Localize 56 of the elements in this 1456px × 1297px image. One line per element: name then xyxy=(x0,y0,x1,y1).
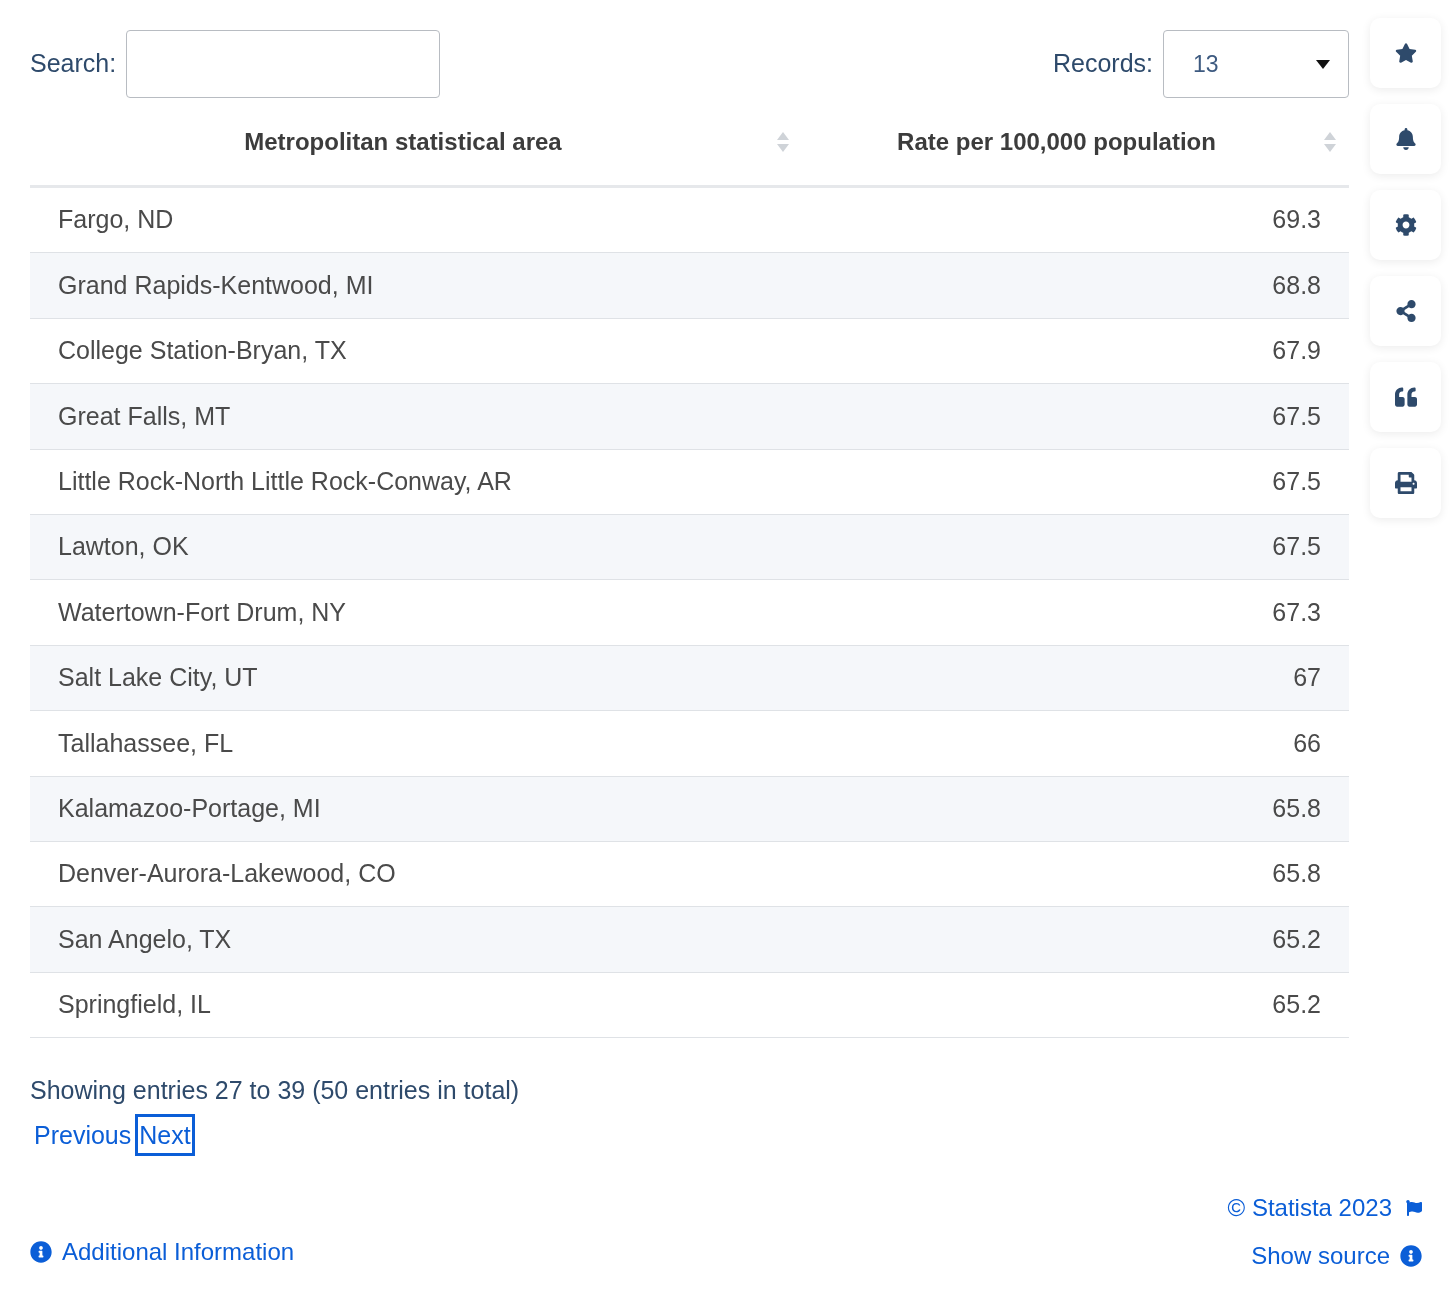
table-cell-text: Fargo, ND xyxy=(58,204,174,236)
pagination-link[interactable]: Next xyxy=(135,1113,195,1156)
printer-button[interactable] xyxy=(1370,448,1441,518)
column-header[interactable]: Metropolitan statistical area xyxy=(30,123,776,160)
column-header[interactable]: Rate per 100,000 population xyxy=(790,123,1323,160)
table-cell-text: 65.8 xyxy=(1272,792,1321,824)
settings-icon xyxy=(1394,214,1417,236)
star-icon xyxy=(1394,42,1417,64)
table-cell-text: 69.3 xyxy=(1272,204,1321,236)
printer-icon xyxy=(1394,472,1417,494)
table-cell-text: 67.5 xyxy=(1272,466,1321,497)
info-icon xyxy=(1400,1245,1422,1267)
table-cell-text: Lawton, OK xyxy=(58,531,189,563)
share-button[interactable] xyxy=(1370,276,1441,346)
table-cell-text: Great Falls, MT xyxy=(58,400,231,432)
additional-information-link[interactable]: Additional Information xyxy=(62,1234,295,1270)
table-cell-text: 67.5 xyxy=(1272,531,1321,563)
table-cell-text: San Angelo, TX xyxy=(58,923,232,955)
table-cell-text: Watertown-Fort Drum, NY xyxy=(58,596,346,628)
copyright-link[interactable]: © Statista 2023 xyxy=(1227,1190,1392,1226)
table-cell-text: 67.3 xyxy=(1272,596,1321,628)
bell-button[interactable] xyxy=(1370,104,1441,174)
entries-info: Showing entries 27 to 39 (50 entries in total) xyxy=(30,1075,521,1107)
sort-icon xyxy=(1323,130,1337,153)
table-cell-text: College Station-Bryan, TX xyxy=(58,335,347,367)
table-cell-text: 67 xyxy=(1293,662,1321,694)
table-cell-text: Tallahassee, FL xyxy=(58,727,234,759)
table-cell-text: Little Rock-North Little Rock-Conway, AR xyxy=(58,466,512,497)
bell-icon xyxy=(1394,128,1417,150)
quote-button[interactable] xyxy=(1370,362,1441,432)
table-cell-text: 66 xyxy=(1293,727,1321,759)
table-cell-text: Denver-Aurora-Lakewood, CO xyxy=(58,858,396,890)
table-cell-text: 68.8 xyxy=(1272,269,1321,301)
table-cell-text: 65.8 xyxy=(1272,858,1321,890)
search-field[interactable] xyxy=(126,30,441,98)
records-dropdown[interactable]: 13 xyxy=(1163,30,1349,98)
table-cell-text: 67.9 xyxy=(1272,335,1321,367)
flag-icon xyxy=(1406,1200,1422,1216)
settings-button[interactable] xyxy=(1370,190,1441,260)
table-cell-text: 67.5 xyxy=(1272,400,1321,432)
table-cell-text: Grand Rapids-Kentwood, MI xyxy=(58,269,374,301)
pagination-link[interactable]: Previous xyxy=(30,1113,136,1156)
sort-icon xyxy=(776,130,790,153)
search-label: Search: xyxy=(30,48,117,80)
table-cell-text: Springfield, IL xyxy=(58,989,211,1021)
table-cell-text: Kalamazoo-Portage, MI xyxy=(58,792,321,824)
show-source-link[interactable]: Show source xyxy=(1251,1238,1390,1274)
records-label: Records: xyxy=(1052,48,1153,80)
share-icon xyxy=(1394,300,1417,322)
info-icon xyxy=(30,1241,52,1263)
quote-icon xyxy=(1394,386,1417,408)
caret-icon xyxy=(1316,59,1330,69)
table-cell-text: 65.2 xyxy=(1272,989,1321,1021)
star-button[interactable] xyxy=(1370,18,1441,88)
table-cell-text: 65.2 xyxy=(1272,923,1321,955)
table-cell-text: Salt Lake City, UT xyxy=(58,662,258,694)
